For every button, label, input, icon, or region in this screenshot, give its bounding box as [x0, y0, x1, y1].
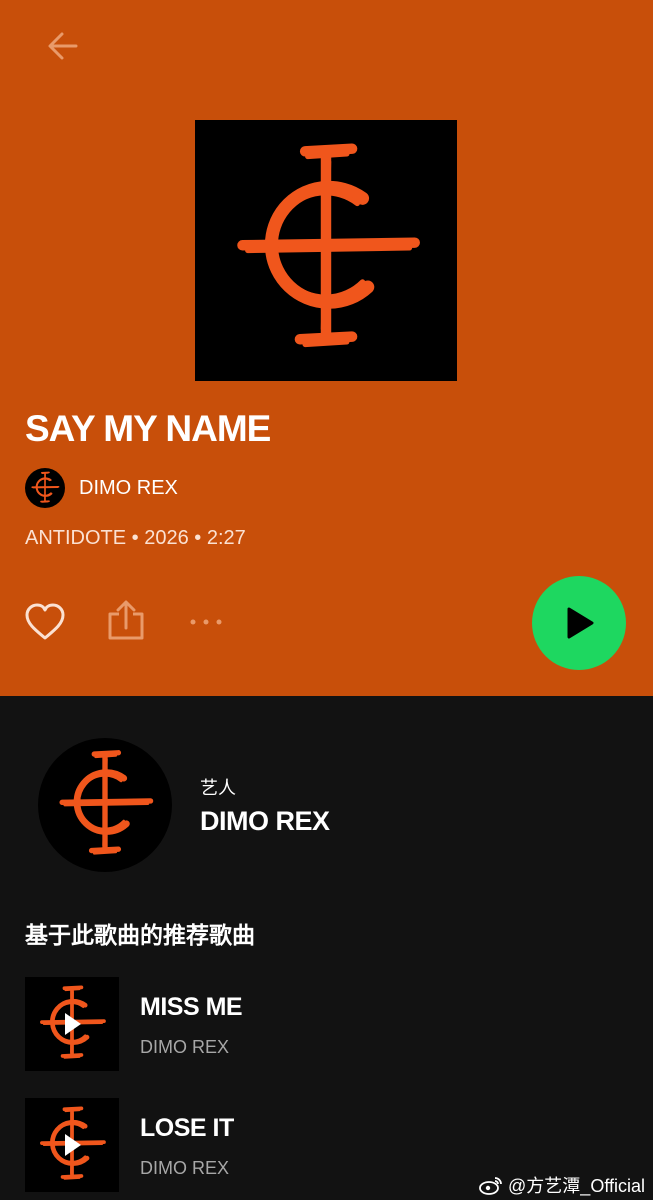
back-button[interactable] — [44, 26, 86, 68]
rec-artist: DIMO REX — [140, 1158, 230, 1178]
artist-card[interactable]: 艺人 DIMO REX — [0, 696, 653, 896]
track-meta: ANTIDOTE • 2026 • 2:27 — [25, 527, 246, 549]
more-options-button[interactable] — [186, 607, 228, 637]
track-artist-name: DIMO REX — [79, 476, 178, 499]
watermark: @方艺潭_Official — [478, 1172, 645, 1198]
heart-icon — [25, 603, 65, 640]
share-button[interactable] — [106, 600, 146, 642]
track-artist-link[interactable]: DIMO REX — [25, 468, 178, 508]
album-cover — [195, 120, 457, 381]
play-icon — [567, 607, 594, 639]
more-dots-icon — [190, 619, 222, 625]
weibo-icon — [479, 1177, 502, 1195]
track-title: SAY MY NAME — [25, 408, 271, 449]
play-icon — [65, 1013, 81, 1035]
rec-title: MISS ME — [140, 993, 243, 1021]
like-button[interactable] — [24, 602, 66, 642]
track-header: SAY MY NAME DIMO REX ANTIDOTE • 2026 • 2… — [0, 0, 653, 696]
dimo-rex-logo-icon — [195, 120, 457, 381]
rec-thumbnail — [25, 977, 119, 1071]
share-icon — [108, 600, 144, 640]
artist-avatar-large — [38, 738, 172, 872]
rec-item-miss-me[interactable]: MISS ME DIMO REX — [25, 977, 625, 1072]
play-icon — [65, 1134, 81, 1156]
rec-title: LOSE IT — [140, 1114, 234, 1142]
watermark-text: @方艺潭_Official — [508, 1176, 645, 1196]
artist-label: 艺人 — [200, 778, 236, 798]
rec-thumbnail — [25, 1098, 119, 1192]
recommendations-heading: 基于此歌曲的推荐歌曲 — [25, 922, 255, 948]
artist-name: DIMO REX — [200, 806, 330, 836]
play-button[interactable] — [532, 576, 626, 670]
artist-avatar — [25, 468, 65, 508]
rec-artist: DIMO REX — [140, 1037, 230, 1057]
arrow-left-icon — [48, 32, 78, 60]
